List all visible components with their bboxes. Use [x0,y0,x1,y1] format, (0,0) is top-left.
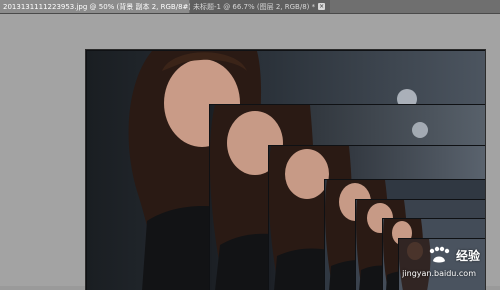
watermark-url: jingyan.baidu.com [402,269,476,278]
baidu-jingyan-watermark: 经验 [426,246,480,264]
watermark-brand: 经验 [455,248,480,263]
tab-document-2-label: 未标题-1 @ 66.7% (图层 2, RGB/8) * [193,2,316,11]
baidu-paw-logo-icon [426,246,452,264]
document-tab-bar: 2013131111223953.jpg @ 50% (背景 副本 2, RGB… [0,0,500,14]
tab-document-2[interactable]: 未标题-1 @ 66.7% (图层 2, RGB/8) * × [190,0,330,13]
workspace-canvas[interactable]: 经验 jingyan.baidu.com [0,14,500,290]
tab-document-1-label: 2013131111223953.jpg @ 50% (背景 副本 2, RGB… [3,2,197,11]
tab-document-1[interactable]: 2013131111223953.jpg @ 50% (背景 副本 2, RGB… [0,0,205,13]
close-icon[interactable]: × [318,3,326,10]
